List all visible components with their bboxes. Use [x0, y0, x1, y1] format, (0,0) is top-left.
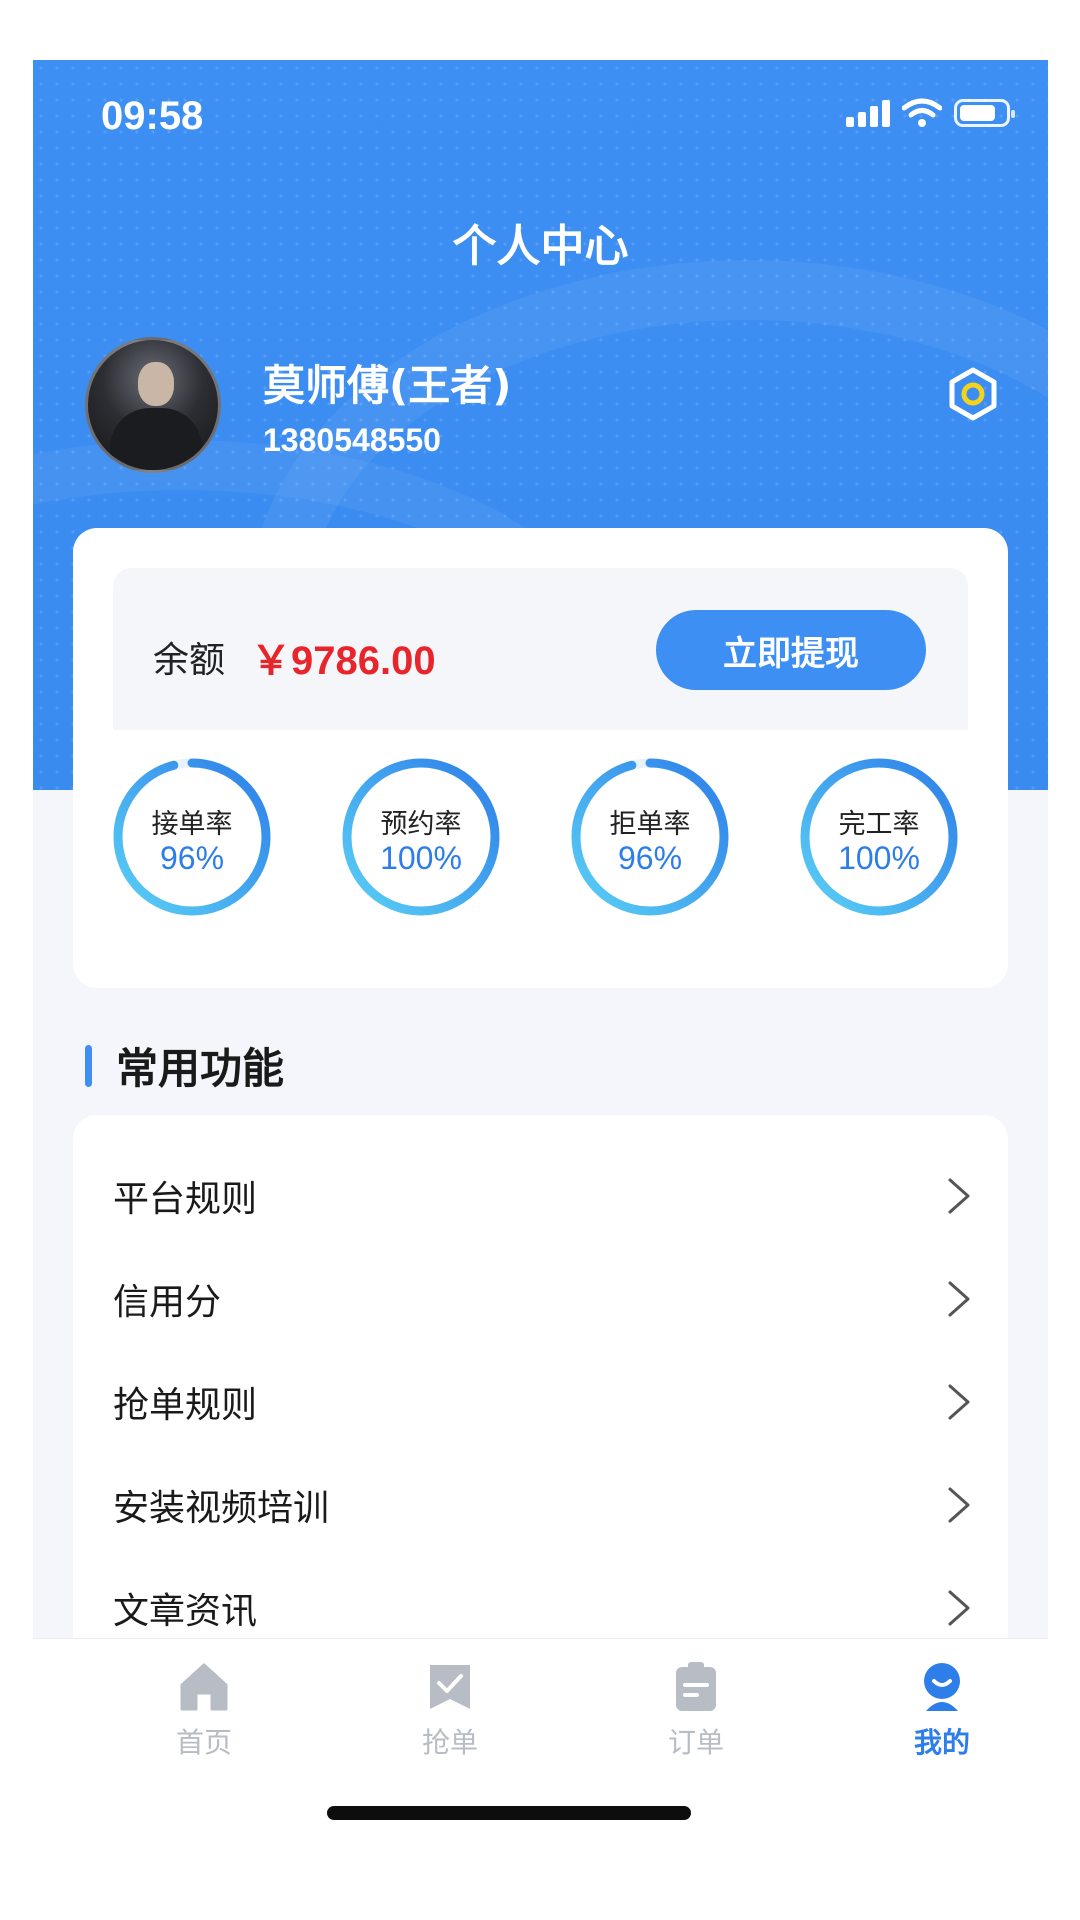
- stat-ring-completion-rate: 完工率 100%: [796, 754, 962, 920]
- menu-item-label: 平台规则: [113, 1178, 258, 1220]
- menu-item-label: 信用分: [113, 1281, 222, 1323]
- chevron-right-icon: [948, 1487, 970, 1522]
- section-title: 常用功能: [116, 1044, 285, 1093]
- user-name: 莫师傅(王者): [263, 361, 512, 410]
- phone-screen: 09:58 个人中心 莫师傅(王者) 1380548550 余额 ￥9786.0…: [33, 60, 1048, 1860]
- stat-label: 完工率: [838, 809, 920, 840]
- tab-grab-order[interactable]: 抢单: [390, 1659, 510, 1761]
- withdraw-button[interactable]: 立即提现: [656, 610, 926, 690]
- tab-home[interactable]: 首页: [144, 1659, 264, 1761]
- stat-label: 预约率: [380, 809, 462, 840]
- stat-label: 接单率: [151, 809, 233, 840]
- menu-item-grab-rules[interactable]: 抢单规则: [73, 1350, 1008, 1453]
- status-time: 09:58: [101, 94, 204, 138]
- section-header: 常用功能: [85, 1035, 284, 1096]
- tab-label: 抢单: [421, 1726, 478, 1759]
- tab-label: 我的: [913, 1726, 970, 1759]
- stat-ring-booking-rate: 预约率 100%: [338, 754, 504, 920]
- menu-item-install-training[interactable]: 安装视频培训: [73, 1453, 1008, 1556]
- battery-icon: [954, 99, 1015, 127]
- menu-item-platform-rules[interactable]: 平台规则: [73, 1144, 1008, 1247]
- chevron-right-icon: [948, 1281, 970, 1316]
- signal-icon: [846, 99, 890, 127]
- tab-label: 订单: [667, 1726, 724, 1759]
- chevron-right-icon: [948, 1384, 970, 1419]
- avatar[interactable]: [85, 337, 221, 473]
- balance-value: ￥9786.00: [251, 639, 436, 683]
- tab-mine[interactable]: 我的: [882, 1659, 1002, 1761]
- account-card: 余额 ￥9786.00 立即提现 接单率 96% 预约率 100% 拒单率 96…: [73, 528, 1008, 988]
- section-accent-bar: [85, 1044, 92, 1087]
- stats-rings: 接单率 96% 预约率 100% 拒单率 96% 完工率 100%: [73, 754, 1008, 934]
- balance-box: 余额 ￥9786.00 立即提现: [113, 568, 968, 730]
- menu-item-credit-score[interactable]: 信用分: [73, 1247, 1008, 1350]
- stat-value: 96%: [617, 840, 683, 876]
- wifi-icon: [902, 98, 942, 127]
- profile-icon: [924, 1663, 960, 1711]
- stat-value: 100%: [838, 840, 920, 876]
- page-title: 个人中心: [452, 221, 629, 272]
- stat-label: 拒单率: [609, 809, 691, 840]
- stat-ring-accept-rate: 接单率 96%: [109, 754, 275, 920]
- tab-orders[interactable]: 订单: [636, 1659, 756, 1761]
- home-indicator: [327, 1806, 691, 1820]
- bottom-tab-bar: 首页 抢单 订单 我的: [33, 1638, 1048, 1860]
- order-icon: [676, 1662, 716, 1711]
- home-icon: [180, 1663, 228, 1711]
- user-phone: 1380548550: [263, 422, 441, 458]
- grab-order-icon: [430, 1665, 470, 1709]
- balance-label: 余额: [153, 640, 226, 681]
- settings-icon[interactable]: [945, 366, 1001, 422]
- menu-item-label: 文章资讯: [113, 1590, 258, 1632]
- chevron-right-icon: [948, 1590, 970, 1625]
- menu-item-label: 抢单规则: [113, 1384, 258, 1426]
- tab-label: 首页: [175, 1726, 232, 1759]
- chevron-right-icon: [948, 1178, 970, 1213]
- stat-ring-reject-rate: 拒单率 96%: [567, 754, 733, 920]
- status-icons: [846, 98, 1015, 128]
- stat-value: 100%: [380, 840, 462, 876]
- status-bar: 09:58: [33, 60, 1048, 170]
- stat-value: 96%: [159, 840, 225, 876]
- function-menu: 平台规则 信用分 抢单规则 安装视频培训 文章资讯: [73, 1115, 1008, 1675]
- menu-item-label: 安装视频培训: [113, 1487, 330, 1529]
